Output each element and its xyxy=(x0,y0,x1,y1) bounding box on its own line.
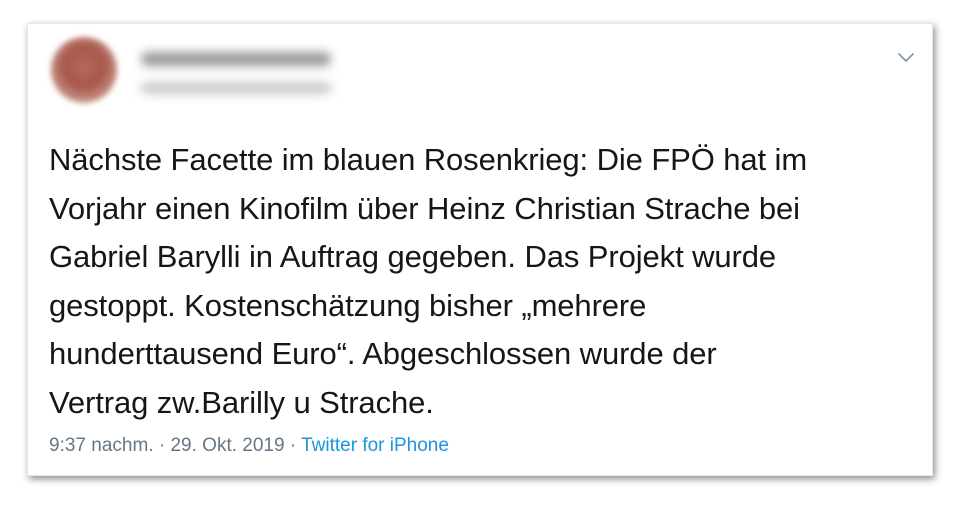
tweet-text: Nächste Facette im blauen Rosenkrieg: Di… xyxy=(49,142,808,420)
author-name-blurred[interactable] xyxy=(141,52,331,66)
avatar[interactable] xyxy=(51,37,117,103)
tweet-source-link[interactable]: Twitter for iPhone xyxy=(301,435,449,456)
tweet-time[interactable]: 9:37 nachm. xyxy=(49,435,154,456)
tweet-card: Nächste Facette im blauen Rosenkrieg: Di… xyxy=(27,23,933,476)
tweet-meta: 9:37 nachm. · 29. Okt. 2019 · Twitter fo… xyxy=(49,434,449,458)
meta-separator: · xyxy=(158,435,166,456)
author-handle-blurred xyxy=(141,82,331,94)
tweet-date[interactable]: 29. Okt. 2019 xyxy=(170,435,284,456)
chevron-down-icon[interactable] xyxy=(896,50,916,64)
meta-separator: · xyxy=(289,435,297,456)
